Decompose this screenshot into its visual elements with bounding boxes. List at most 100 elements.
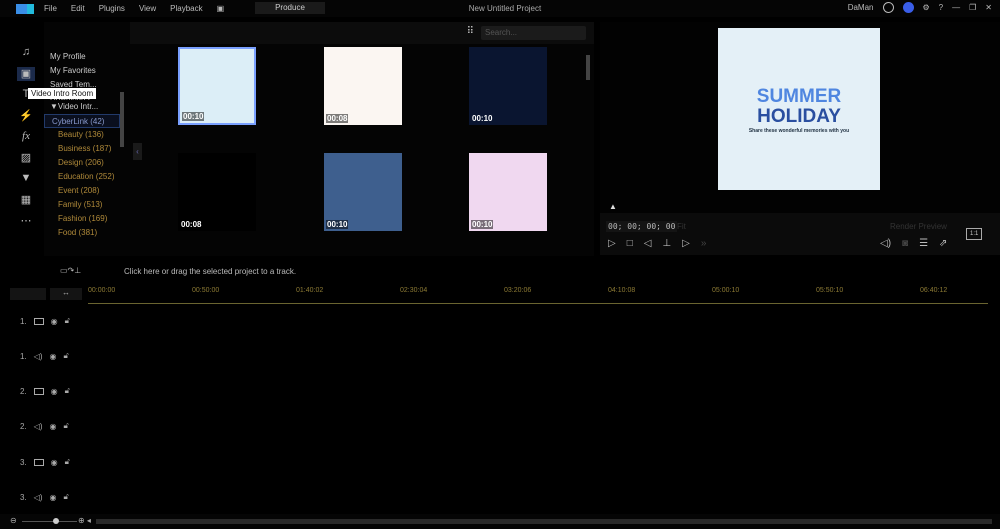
ruler-tick: 05:00:10 — [712, 287, 740, 294]
transition-room-icon[interactable]: ⚡ — [17, 109, 35, 123]
category-item[interactable]: Business (187) — [50, 142, 120, 156]
nav-my-favorites[interactable]: My Favorites — [50, 64, 120, 78]
account-icon[interactable] — [882, 2, 894, 13]
menu-plugins[interactable]: Plugins — [99, 4, 125, 13]
zoom-in-icon[interactable]: ⊕ ◂ — [78, 516, 91, 525]
category-item[interactable]: Food (381) — [50, 226, 120, 240]
preview-subtitle: Share these wonderful memories with you — [748, 128, 850, 134]
category-item[interactable]: Education (252) — [50, 170, 120, 184]
particle-room-icon[interactable]: ▼ — [17, 172, 35, 186]
stop-icon[interactable]: □ — [627, 238, 633, 249]
mark-icon[interactable]: ⊥ — [662, 238, 671, 249]
playback-controls: 00; 00; 00; 00 Fit Render Preview 1:1 ▷ □… — [600, 213, 1000, 255]
close-icon[interactable]: ✕ — [985, 3, 992, 12]
more-icon[interactable]: ⋯ — [17, 214, 35, 228]
storyboard-icon[interactable]: ▭↷⊥ — [60, 266, 81, 275]
thumbnail-duration: 00:08 — [180, 220, 203, 229]
track-header-video-3[interactable]: 3. ◉ 🔓︎ — [20, 457, 70, 467]
track-manager-button[interactable] — [10, 288, 46, 300]
user-name[interactable]: DaMan — [848, 3, 874, 12]
app-logo — [16, 3, 34, 14]
template-thumbnail[interactable]: 00:10 — [178, 47, 256, 125]
template-thumbnail[interactable]: 00:10 — [469, 47, 547, 125]
category-item[interactable]: Design (206) — [50, 156, 120, 170]
thumbnail-duration: 00:10 — [326, 220, 349, 229]
track-header-video-1[interactable]: 1. ◉ 🔓︎ — [20, 316, 70, 326]
notification-icon[interactable] — [902, 2, 914, 13]
fit-dropdown[interactable]: Fit — [677, 222, 686, 231]
undock-icon[interactable]: ⇗ — [939, 238, 947, 249]
search-input[interactable]: Search... — [481, 26, 586, 40]
playhead-marker-icon[interactable]: ▲ — [609, 202, 617, 211]
pip-room-icon[interactable]: ▨ — [17, 151, 35, 165]
lock-icon[interactable]: 🔓︎ — [65, 386, 70, 396]
category-item[interactable]: Family (513) — [50, 198, 120, 212]
visibility-eye-icon[interactable]: ◉ — [51, 317, 58, 326]
timeline-hint[interactable]: Click here or drag the selected project … — [124, 267, 296, 276]
fx-room-icon[interactable]: fx — [17, 130, 35, 144]
visibility-eye-icon[interactable]: ◉ — [51, 458, 58, 467]
volume-icon[interactable]: ◁) — [880, 238, 891, 249]
category-item[interactable]: CyberLink (42) — [44, 114, 120, 128]
lock-icon[interactable]: 🔓︎ — [63, 492, 68, 502]
visibility-eye-icon[interactable]: ◉ — [50, 422, 57, 431]
produce-button[interactable]: Produce — [255, 2, 325, 14]
zoom-slider-handle[interactable] — [53, 518, 59, 524]
track-header-audio-2[interactable]: 2. ◁) ◉ 🔓︎ — [20, 421, 69, 431]
menu-edit[interactable]: Edit — [71, 4, 85, 13]
previous-frame-icon[interactable]: ◁ — [644, 238, 652, 249]
restore-icon[interactable]: ❐ — [969, 3, 976, 12]
fit-timeline-button[interactable]: ↔ — [50, 288, 82, 300]
lock-icon[interactable]: 🔓︎ — [63, 351, 68, 361]
timecode[interactable]: 00; 00; 00; 00 — [606, 221, 678, 232]
track-header-audio-3[interactable]: 3. ◁) ◉ 🔓︎ — [20, 492, 69, 502]
track-header-video-2[interactable]: 2. ◉ 🔓︎ — [20, 386, 70, 396]
media-room-icon[interactable]: ♫ — [17, 46, 35, 60]
settings-icon[interactable]: ⚙ — [923, 3, 930, 12]
menu-file[interactable]: File — [44, 4, 57, 13]
category-item[interactable]: Beauty (136) — [50, 128, 120, 142]
snapshot-icon[interactable]: ◙ — [902, 238, 908, 249]
zoom-out-icon[interactable]: ⊖ — [10, 516, 17, 525]
subtitle-icon[interactable]: ☰ — [919, 238, 928, 249]
save-icon[interactable]: ▣ — [217, 4, 225, 13]
nav-video-intro[interactable]: ▼Video Intr... — [50, 100, 120, 114]
nav-my-profile[interactable]: My Profile — [50, 50, 120, 64]
visibility-eye-icon[interactable]: ◉ — [50, 352, 57, 361]
visibility-eye-icon[interactable]: ◉ — [51, 387, 58, 396]
template-thumbnail[interactable]: 00:08 — [178, 153, 256, 231]
minimize-icon[interactable]: — — [952, 3, 960, 12]
category-scrollbar[interactable] — [120, 92, 124, 147]
library-scrollbar[interactable] — [586, 55, 590, 80]
zoom-slider[interactable] — [22, 521, 77, 522]
lock-icon[interactable]: 🔓︎ — [63, 421, 68, 431]
menu-view[interactable]: View — [139, 4, 156, 13]
subtitle-room-icon[interactable]: ▦ — [17, 193, 35, 207]
timeline-ruler[interactable]: 00:00:00 00:50:00 01:40:02 02:30:04 03:2… — [88, 284, 988, 304]
lock-icon[interactable]: 🔓︎ — [65, 457, 70, 467]
template-thumbnail[interactable]: 00:10 — [469, 153, 547, 231]
lock-icon[interactable]: 🔓︎ — [65, 316, 70, 326]
preview-headline: SUMMER — [756, 86, 842, 107]
help-icon[interactable]: ? — [939, 3, 943, 12]
template-thumbnail[interactable]: 00:08 — [324, 47, 402, 125]
fast-forward-icon[interactable]: » — [701, 238, 707, 249]
category-item[interactable]: Fashion (169) — [50, 212, 120, 226]
template-thumbnail[interactable]: 00:10 — [324, 153, 402, 231]
video-track-icon — [33, 387, 44, 395]
track-header-audio-1[interactable]: 1. ◁) ◉ 🔓︎ — [20, 351, 69, 361]
grid-view-icon[interactable]: ⠿ — [467, 26, 474, 37]
play-icon[interactable]: ▷ — [608, 238, 616, 249]
collapse-panel-button[interactable]: ‹ — [133, 143, 142, 160]
thumbnail-duration: 00:10 — [182, 112, 205, 121]
timeline-scrollbar[interactable] — [96, 519, 992, 524]
category-item[interactable]: Event (208) — [50, 184, 120, 198]
video-track-icon — [33, 317, 44, 325]
menu-playback[interactable]: Playback — [170, 4, 202, 13]
next-frame-icon[interactable]: ▷ — [682, 238, 690, 249]
visibility-eye-icon[interactable]: ◉ — [50, 493, 57, 502]
track-label: 1. — [20, 316, 27, 326]
render-preview-button[interactable]: Render Preview — [890, 222, 947, 231]
video-intro-room-icon[interactable]: ▣ — [17, 67, 35, 81]
aspect-ratio-button[interactable]: 1:1 — [966, 228, 983, 240]
